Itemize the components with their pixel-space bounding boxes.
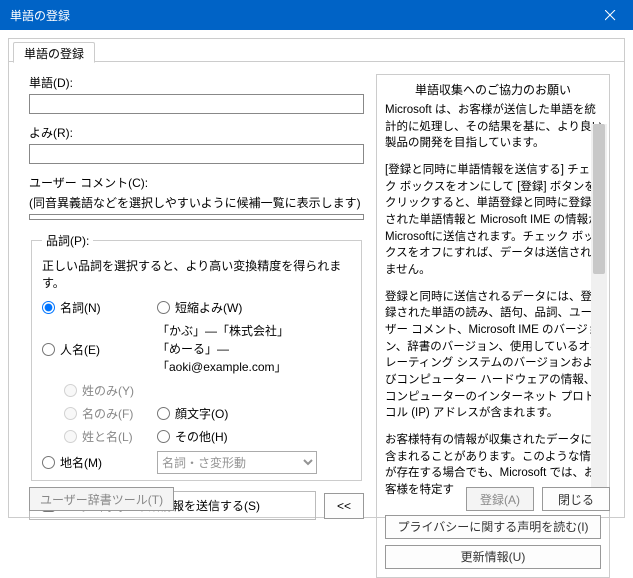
reading-label: よみ(R): xyxy=(29,124,364,141)
radio-fullname[interactable]: 姓と名(L) xyxy=(64,428,157,445)
right-panel: 単語収集へのご協力のお願い Microsoft は、お客様が送信した単語を統計的… xyxy=(376,74,610,507)
left-panel: 単語(D): よみ(R): ユーザー コメント(C): (同音異義語などを選択し… xyxy=(29,74,364,507)
update-info-button[interactable]: 更新情報(U) xyxy=(385,545,601,569)
radio-face[interactable]: 顔文字(O) xyxy=(157,405,351,422)
dialog-frame: 単語の登録 単語(D): よみ(R): ユーザー コメント(C): (同音異義語… xyxy=(8,38,625,518)
other-type-select[interactable]: 名詞・さ変形動 xyxy=(157,451,317,474)
close-icon xyxy=(605,10,616,21)
pos-legend: 品詞(P): xyxy=(42,232,93,249)
title-bar: 単語の登録 xyxy=(0,0,633,30)
comment-input[interactable] xyxy=(29,214,364,220)
abbrev-example: 「かぶ」―「株式会社」 「めーる」―「aoki@example.com」 xyxy=(157,322,351,376)
window-close-button[interactable] xyxy=(588,0,633,30)
privacy-statement-button[interactable]: プライバシーに関する声明を読む(I) xyxy=(385,515,601,539)
radio-abbrev[interactable]: 短縮よみ(W) xyxy=(157,299,351,316)
comment-hint: (同音異義語などを選択しやすいように候補一覧に表示します) xyxy=(29,194,364,211)
tab-strip: 単語の登録 xyxy=(9,39,624,62)
radio-noun[interactable]: 名詞(N) xyxy=(42,299,157,316)
info-scrollbar[interactable] xyxy=(591,124,607,503)
comment-label: ユーザー コメント(C): xyxy=(29,174,364,191)
part-of-speech-group: 品詞(P): 正しい品詞を選択すると、より高い変換精度を得られます。 名詞(N)… xyxy=(31,232,362,481)
info-text: Microsoft は、お客様が送信した単語を統計的に処理し、その結果を基に、よ… xyxy=(377,102,609,509)
radio-person[interactable]: 人名(E) xyxy=(42,341,157,358)
close-button[interactable]: 閉じる xyxy=(542,487,610,511)
tab-register-word[interactable]: 単語の登録 xyxy=(13,42,95,63)
radio-surname-only[interactable]: 姓のみ(Y) xyxy=(64,382,157,399)
word-input[interactable] xyxy=(29,94,364,114)
word-label: 単語(D): xyxy=(29,74,364,91)
user-dict-tool-button[interactable]: ユーザー辞書ツール(T) xyxy=(29,487,174,511)
info-title: 単語収集へのご協力のお願い xyxy=(377,75,609,102)
register-button[interactable]: 登録(A) xyxy=(466,487,534,511)
reading-input[interactable] xyxy=(29,144,364,164)
window-title: 単語の登録 xyxy=(10,7,70,24)
radio-other[interactable]: その他(H) xyxy=(157,428,351,445)
pos-description: 正しい品詞を選択すると、より高い変換精度を得られます。 xyxy=(42,257,351,291)
radio-given-only[interactable]: 名のみ(F) xyxy=(64,405,157,422)
scrollbar-thumb[interactable] xyxy=(593,124,605,274)
radio-place[interactable]: 地名(M) xyxy=(42,454,157,471)
dialog-footer: ユーザー辞書ツール(T) 登録(A) 閉じる xyxy=(9,487,624,511)
